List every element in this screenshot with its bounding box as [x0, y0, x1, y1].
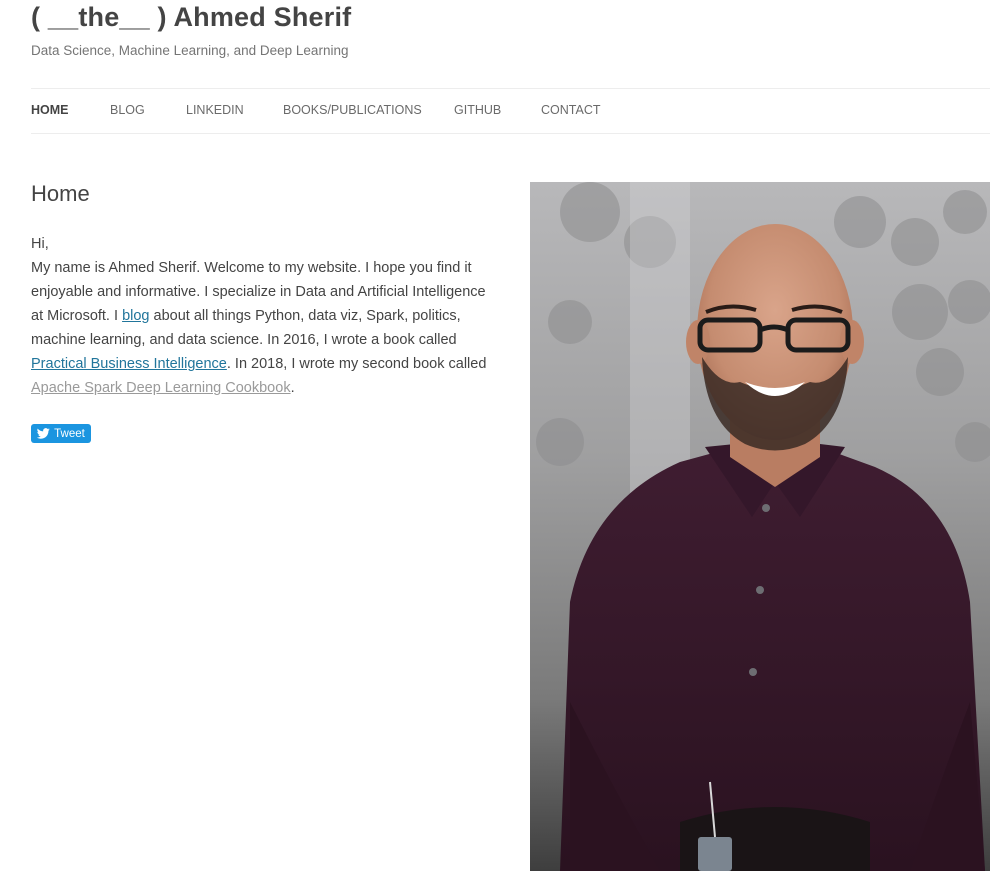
tweet-button[interactable]: Tweet [31, 424, 91, 443]
nav-item-books-publications[interactable]: BOOKS/PUBLICATIONS [283, 103, 422, 117]
greeting-text: Hi, [31, 236, 49, 252]
tweet-label: Tweet [54, 427, 85, 440]
site-tagline: Data Science, Machine Learning, and Deep… [31, 43, 349, 58]
nav-item-contact[interactable]: CONTACT [541, 103, 601, 117]
main-navigation: HOME BLOG LINKEDIN BOOKS/PUBLICATIONS GI… [31, 88, 990, 134]
nav-item-home[interactable]: HOME [31, 103, 69, 117]
intro-text-4: . [290, 380, 295, 396]
portrait-photo [530, 182, 990, 871]
blog-link[interactable]: blog [122, 308, 149, 324]
portrait-illustration [530, 182, 990, 871]
twitter-bird-icon [37, 428, 50, 439]
intro-paragraph: My name is Ahmed Sherif. Welcome to my w… [31, 256, 501, 400]
practical-business-intelligence-link[interactable]: Practical Business Intelligence [31, 356, 227, 372]
intro-text-3: . In 2018, I wrote my second book called [226, 356, 487, 372]
nav-item-github[interactable]: GITHUB [454, 103, 501, 117]
page-content: Hi, My name is Ahmed Sherif. Welcome to … [31, 232, 501, 400]
apache-spark-cookbook-link[interactable]: Apache Spark Deep Learning Cookbook [31, 380, 291, 396]
site-title[interactable]: ( __the__ ) Ahmed Sherif [31, 0, 351, 34]
nav-item-linkedin[interactable]: LINKEDIN [186, 103, 244, 117]
page-title: Home [31, 181, 90, 206]
nav-item-blog[interactable]: BLOG [110, 103, 145, 117]
